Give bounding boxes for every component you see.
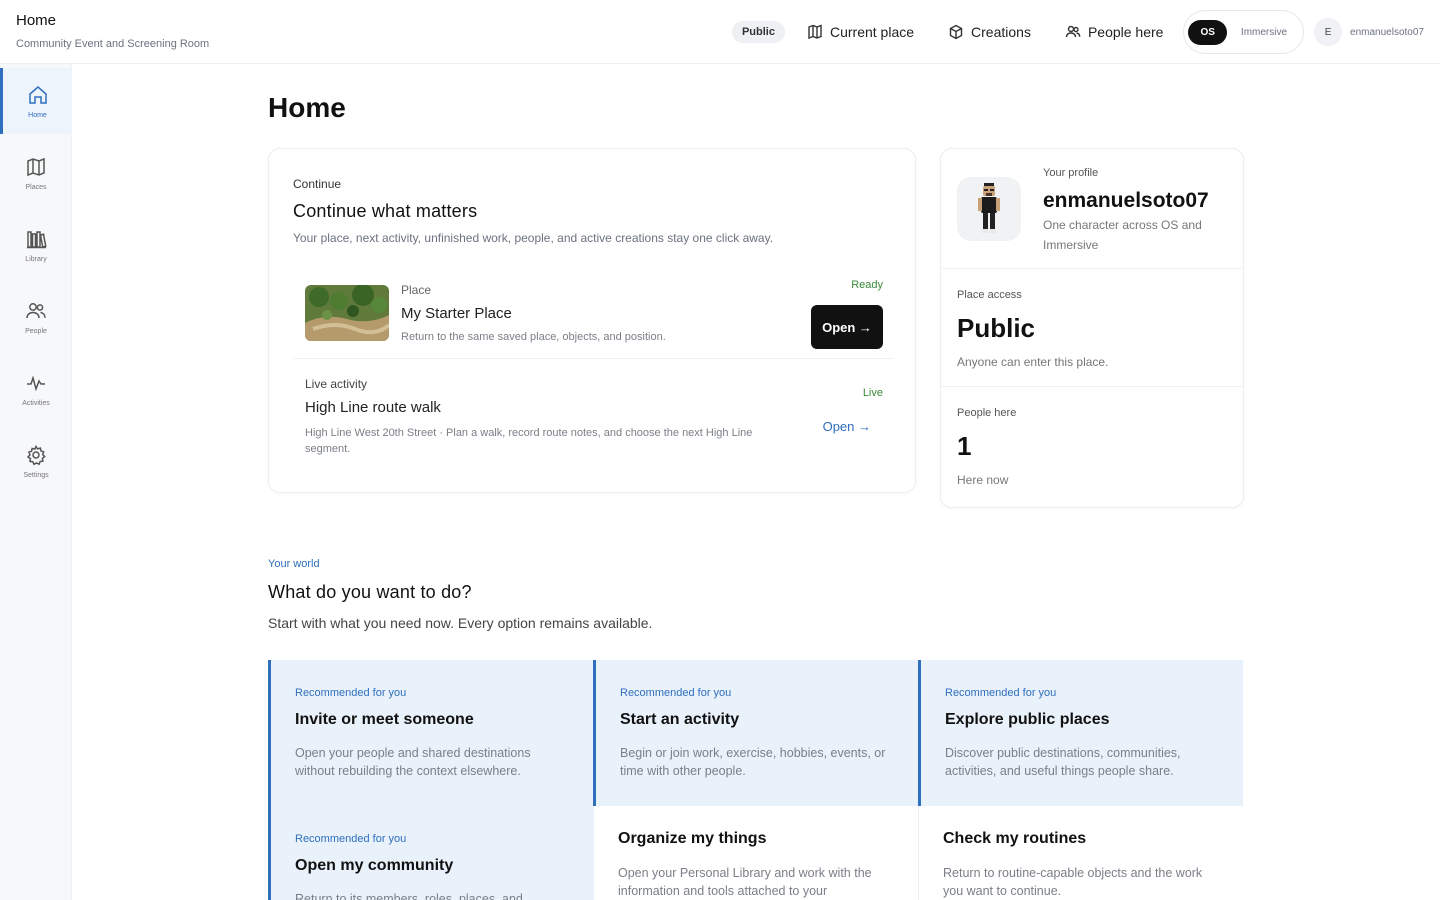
place-type-label: Place bbox=[401, 283, 432, 297]
tile-description: Begin or join work, exercise, hobbies, e… bbox=[620, 746, 886, 778]
place-thumbnail bbox=[305, 285, 389, 341]
continue-title: Continue what matters bbox=[293, 201, 478, 221]
gear-icon bbox=[26, 444, 46, 465]
tile-description: Open your people and shared destinations… bbox=[295, 746, 531, 778]
mode-os-option[interactable]: OS bbox=[1188, 19, 1227, 45]
people-here-label: People here bbox=[1087, 24, 1164, 40]
tile-eyebrow: Recommended for you bbox=[620, 687, 732, 699]
cube-icon bbox=[949, 24, 963, 40]
tile-explore-public-places[interactable]: Recommended for you Explore public place… bbox=[918, 660, 1243, 806]
sidebar-item-activities[interactable]: Activities bbox=[0, 356, 72, 422]
sidebar-item-label: Settings bbox=[23, 471, 49, 479]
profile-name: enmanuelsoto07 bbox=[1043, 189, 1209, 212]
world-description: Start with what you need now. Every opti… bbox=[268, 615, 653, 631]
tile-description: Discover public destinations, communitie… bbox=[945, 746, 1181, 778]
sidebar-item-label: People bbox=[25, 327, 47, 335]
continue-description: Your place, next activity, unfinished wo… bbox=[293, 231, 774, 245]
activity-type-label: Live activity bbox=[305, 377, 368, 391]
place-name: My Starter Place bbox=[401, 305, 512, 322]
tile-description: Open your Personal Library and work with… bbox=[618, 866, 872, 898]
current-place-link[interactable]: Current place bbox=[807, 24, 914, 40]
people-here-description: Here now bbox=[957, 473, 1009, 487]
sidebar-item-label: Home bbox=[28, 111, 47, 119]
people-icon bbox=[1065, 25, 1081, 38]
people-here-section: People here 1 Here now bbox=[941, 387, 1243, 507]
profile-card: Your profile enmanuelsoto07 One characte… bbox=[940, 148, 1244, 508]
page-title: Home bbox=[268, 92, 346, 123]
tile-description: Return to its members, roles, places, an… bbox=[295, 892, 523, 900]
avatar[interactable] bbox=[957, 177, 1021, 241]
home-icon bbox=[28, 85, 47, 104]
sidebar-item-home[interactable]: Home bbox=[0, 68, 72, 134]
tile-invite-or-meet[interactable]: Recommended for you Invite or meet someo… bbox=[268, 660, 593, 806]
tile-open-community[interactable]: Recommended for you Open my community Re… bbox=[268, 806, 593, 900]
people-here-count: 1 bbox=[957, 431, 972, 461]
place-status-badge: Ready bbox=[851, 279, 883, 291]
sidebar-item-places[interactable]: Places bbox=[0, 140, 72, 206]
activity-name: High Line route walk bbox=[305, 399, 441, 416]
tile-eyebrow: Recommended for you bbox=[295, 687, 407, 699]
tile-title: Open my community bbox=[295, 857, 454, 874]
people-icon bbox=[26, 302, 46, 318]
tile-eyebrow: Recommended for you bbox=[295, 833, 407, 845]
tile-title: Explore public places bbox=[945, 711, 1110, 728]
tile-description: Return to routine-capable objects and th… bbox=[943, 866, 1203, 898]
place-access-description: Anyone can enter this place. bbox=[957, 355, 1109, 369]
tile-start-activity[interactable]: Recommended for you Start an activity Be… bbox=[593, 660, 918, 806]
tile-check-my-routines[interactable]: Check my routines Return to routine-capa… bbox=[918, 806, 1243, 900]
map-icon bbox=[27, 157, 45, 176]
profile-eyebrow: Your profile bbox=[1043, 167, 1099, 179]
top-bar: Home Community Event and Screening Room … bbox=[0, 0, 1440, 64]
mode-immersive-option[interactable]: Immersive bbox=[1227, 27, 1299, 38]
tile-title: Organize my things bbox=[618, 830, 767, 847]
world-eyebrow: Your world bbox=[268, 558, 320, 570]
activity-description: High Line West 20th Street · Plan a walk… bbox=[305, 427, 753, 455]
window-title: Home bbox=[16, 12, 57, 29]
tile-organize-my-things[interactable]: Organize my things Open your Personal Li… bbox=[593, 806, 918, 900]
library-icon bbox=[27, 230, 47, 248]
avatar: E bbox=[1314, 18, 1343, 46]
account-name: enmanuelsoto07 bbox=[1350, 26, 1424, 38]
sidebar-item-label: Library bbox=[25, 255, 47, 263]
place-access-value: Public bbox=[957, 313, 1036, 343]
sidebar-item-label: Activities bbox=[22, 399, 50, 407]
sidebar-item-label: Places bbox=[25, 183, 47, 191]
sidebar: Home Places Library People Activities Se… bbox=[0, 64, 72, 900]
people-here-eyebrow: People here bbox=[957, 407, 1017, 419]
place-access-eyebrow: Place access bbox=[957, 289, 1022, 301]
continue-card: Continue Continue what matters Your plac… bbox=[268, 148, 916, 493]
place-access-section: Place access Public Anyone can enter thi… bbox=[941, 269, 1243, 387]
window-subtitle: Community Event and Screening Room bbox=[16, 38, 210, 50]
creations-label: Creations bbox=[971, 24, 1031, 40]
top-bar-actions: Public Current place Creations People he… bbox=[731, 10, 1424, 54]
profile-description: One character across OS and Immersive bbox=[1043, 218, 1202, 252]
tile-eyebrow: Recommended for you bbox=[945, 687, 1057, 699]
continue-activity-row: Live activity High Line route walk High … bbox=[293, 367, 893, 467]
current-place-label: Current place bbox=[829, 24, 915, 40]
sidebar-item-settings[interactable]: Settings bbox=[0, 428, 72, 494]
activity-status-badge: Live bbox=[862, 387, 883, 399]
sidebar-item-library[interactable]: Library bbox=[0, 212, 72, 278]
creations-link[interactable]: Creations bbox=[948, 24, 1031, 40]
tile-title: Start an activity bbox=[620, 711, 740, 728]
open-place-button[interactable]: Open → bbox=[811, 305, 883, 349]
world-title: What do you want to do? bbox=[268, 582, 472, 602]
sidebar-item-people[interactable]: People bbox=[0, 284, 72, 350]
access-pill[interactable]: Public bbox=[731, 21, 785, 43]
profile-section: Your profile enmanuelsoto07 One characte… bbox=[941, 149, 1243, 269]
continue-eyebrow: Continue bbox=[293, 177, 342, 191]
tile-title: Invite or meet someone bbox=[295, 711, 474, 728]
map-icon bbox=[808, 24, 822, 40]
account-menu[interactable]: E enmanuelsoto07 bbox=[1314, 18, 1424, 46]
tile-title: Check my routines bbox=[943, 830, 1087, 847]
continue-place-row: Place My Starter Place Return to the sam… bbox=[293, 267, 893, 359]
place-description: Return to the same saved place, objects,… bbox=[401, 331, 666, 343]
pulse-icon bbox=[27, 374, 45, 391]
character-icon bbox=[978, 183, 1000, 233]
open-activity-link[interactable]: Open → bbox=[823, 419, 871, 434]
people-here-link[interactable]: People here bbox=[1065, 24, 1164, 40]
mode-toggle[interactable]: OS Immersive bbox=[1183, 10, 1305, 54]
